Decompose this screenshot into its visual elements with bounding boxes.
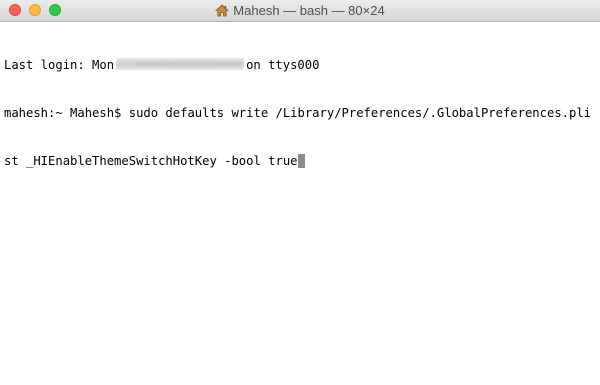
home-icon: [215, 2, 230, 24]
last-login-prefix: Last login: Mon: [4, 58, 115, 72]
command-line-1: mahesh:~ Mahesh$ sudo defaults write /Li…: [4, 105, 596, 121]
last-login-line: Last login: Mon on ttys000: [4, 57, 596, 73]
window-title: Mahesh — bash — 80×24: [0, 0, 600, 22]
last-login-suffix: on ttys000: [246, 58, 320, 72]
window-title-text: Mahesh — bash — 80×24: [233, 3, 385, 18]
redacted-date: [116, 58, 245, 70]
command-text-1: sudo defaults write /Library/Preferences…: [128, 106, 592, 120]
terminal-content[interactable]: Last login: Mon on ttys000 mahesh:~ Mahes…: [0, 22, 600, 385]
terminal-window: Mahesh — bash — 80×24 Last login: Mon on …: [0, 0, 600, 385]
command-text-2: st _HIEnableThemeSwitchHotKey -bool true: [4, 154, 298, 168]
shell-prompt: mahesh:~ Mahesh$: [4, 106, 129, 120]
text-cursor: [297, 154, 305, 168]
command-line-2: st _HIEnableThemeSwitchHotKey -bool true: [4, 153, 596, 169]
title-bar[interactable]: Mahesh — bash — 80×24: [0, 0, 600, 22]
